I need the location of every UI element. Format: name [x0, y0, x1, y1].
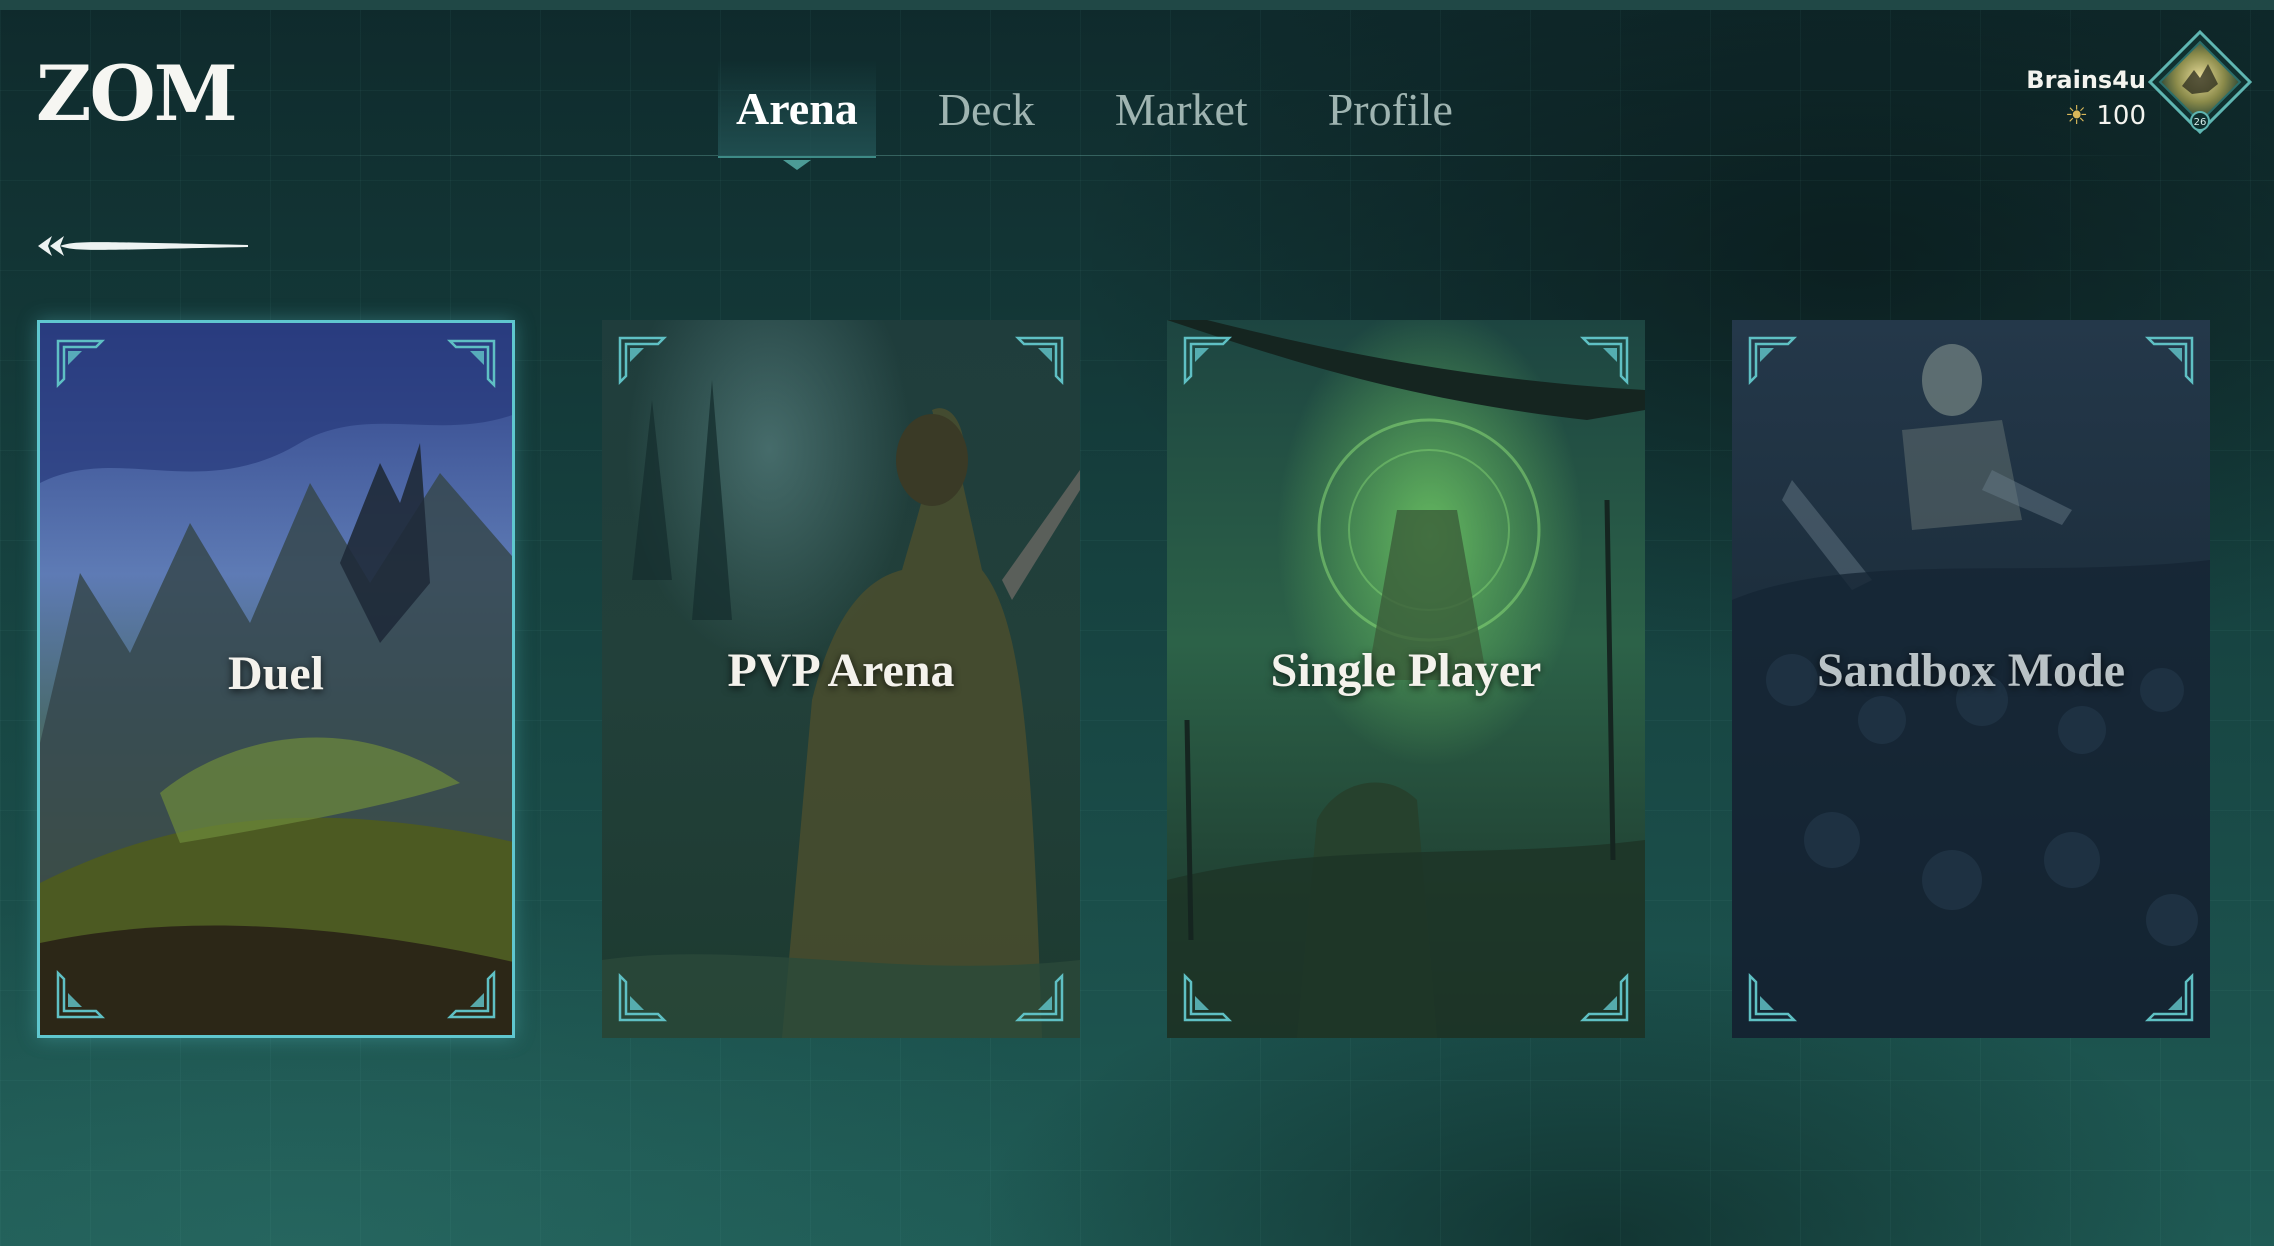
- corner-ornament-icon: [1183, 972, 1233, 1022]
- corner-ornament-icon: [618, 336, 668, 386]
- user-panel: Brains4u ☀ 100: [2026, 66, 2146, 131]
- mode-card-title: Duel: [228, 647, 324, 700]
- main-nav: Arena Deck Market Profile: [718, 60, 1515, 170]
- corner-ornament-icon: [2144, 972, 2194, 1022]
- corner-ornament-icon: [1579, 972, 1629, 1022]
- corner-ornament-icon: [2144, 336, 2194, 386]
- level-badge: 26: [2194, 117, 2207, 128]
- corner-ornament-icon: [1748, 972, 1798, 1022]
- tab-deck[interactable]: Deck: [920, 60, 1053, 158]
- mode-card-pvp-arena[interactable]: PVP Arena: [602, 320, 1080, 1038]
- corner-ornament-icon: [1014, 336, 1064, 386]
- currency-amount: 100: [2096, 100, 2146, 131]
- tab-arena[interactable]: Arena: [718, 60, 876, 170]
- tab-deck-label: Deck: [937, 83, 1035, 135]
- top-edge-bar: [0, 0, 2274, 10]
- sun-icon: ☀: [2065, 100, 2089, 131]
- game-logo: ZOM: [36, 49, 238, 138]
- corner-ornament-icon: [1183, 336, 1233, 386]
- tab-arena-label: Arena: [736, 82, 858, 134]
- mode-card-title: Sandbox Mode: [1816, 644, 2126, 697]
- mode-card-single-player[interactable]: Single Player: [1167, 320, 1645, 1038]
- tab-market[interactable]: Market: [1097, 60, 1266, 158]
- tab-market-label: Market: [1114, 83, 1248, 135]
- player-avatar[interactable]: 26: [2147, 29, 2253, 135]
- corner-ornament-icon: [56, 969, 106, 1019]
- corner-ornament-icon: [446, 339, 496, 389]
- mode-card-duel[interactable]: Duel: [37, 320, 515, 1038]
- corner-ornament-icon: [446, 969, 496, 1019]
- currency-display: ☀ 100: [2026, 101, 2146, 131]
- mode-card-sandbox-mode[interactable]: Sandbox Mode: [1732, 320, 2210, 1038]
- active-tab-marker-icon: [782, 160, 811, 170]
- tab-profile[interactable]: Profile: [1310, 60, 1471, 158]
- back-arrow-icon: [38, 236, 248, 256]
- tab-profile-label: Profile: [1327, 83, 1453, 135]
- username: Brains4u: [2026, 66, 2146, 94]
- corner-ornament-icon: [56, 339, 106, 389]
- corner-ornament-icon: [1579, 336, 1629, 386]
- corner-ornament-icon: [1014, 972, 1064, 1022]
- corner-ornament-icon: [1748, 336, 1798, 386]
- avatar-frame-icon: 26: [2147, 29, 2253, 135]
- mode-card-title: PVP Arena: [727, 644, 955, 697]
- mode-card-title: Single Player: [1270, 644, 1542, 697]
- back-button[interactable]: [36, 226, 250, 266]
- corner-ornament-icon: [618, 972, 668, 1022]
